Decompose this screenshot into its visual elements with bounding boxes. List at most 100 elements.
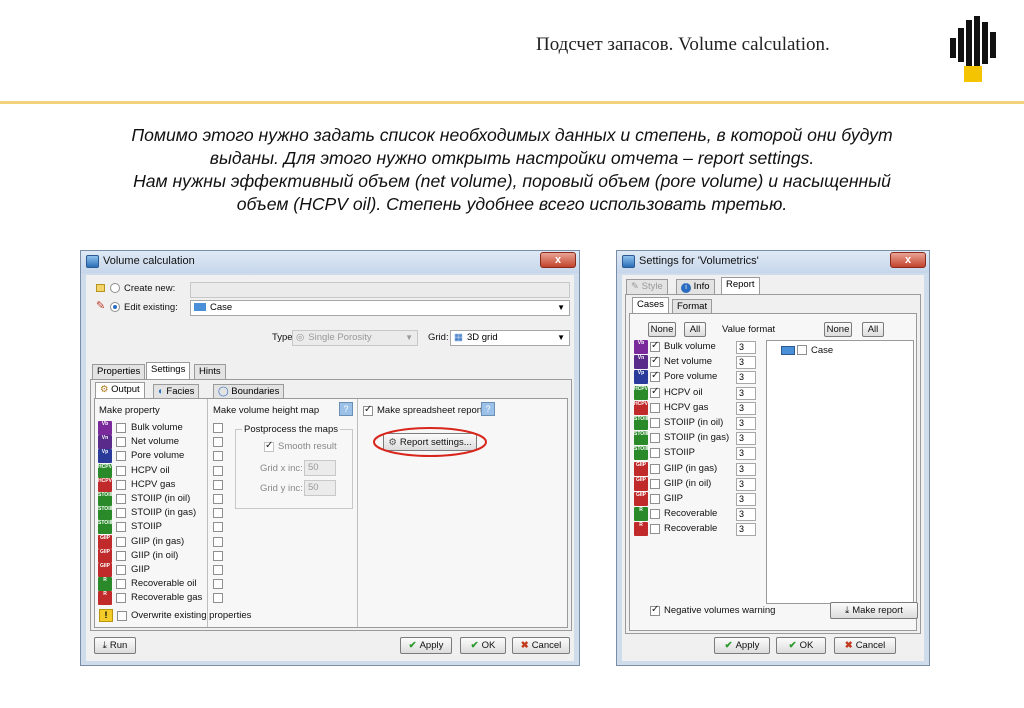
edit-existing-select[interactable]: Case ▼ xyxy=(190,300,570,316)
tab-style[interactable]: ✎ Style xyxy=(626,279,668,294)
report-item-checkbox[interactable] xyxy=(650,386,660,398)
tab-report[interactable]: Report xyxy=(721,277,760,294)
help-icon[interactable]: ? xyxy=(339,402,353,416)
value-format-field[interactable]: 3 xyxy=(736,447,756,461)
value-format-field[interactable]: 3 xyxy=(736,371,756,385)
value-format-field[interactable]: 3 xyxy=(736,417,756,430)
report-item-checkbox[interactable] xyxy=(650,478,660,489)
ok-button[interactable]: ✔ OK xyxy=(460,637,506,654)
report-item-checkbox[interactable] xyxy=(650,433,660,444)
property-checkbox[interactable] xyxy=(116,437,126,448)
report-item-checkbox[interactable] xyxy=(650,463,660,474)
report-item-checkbox[interactable] xyxy=(650,370,660,383)
report-item-checkbox[interactable] xyxy=(650,418,660,428)
subtab-facies[interactable]: ◐ Facies xyxy=(153,384,200,398)
tab-properties[interactable]: Properties xyxy=(92,364,146,379)
height-map-checkbox[interactable] xyxy=(213,593,223,604)
property-checkbox[interactable] xyxy=(116,479,126,490)
report-item-checkbox[interactable] xyxy=(650,340,660,352)
height-map-checkbox[interactable] xyxy=(213,423,223,433)
value-format-field[interactable]: 3 xyxy=(736,508,756,522)
ok-button[interactable]: ✔ OK xyxy=(776,637,826,654)
report-item-checkbox[interactable] xyxy=(650,355,660,368)
close-button[interactable]: x xyxy=(540,252,576,268)
value-format-field[interactable]: 3 xyxy=(736,401,756,415)
check-icon: ✔ xyxy=(408,640,417,651)
value-format-field[interactable]: 3 xyxy=(736,386,756,400)
create-new-field[interactable] xyxy=(190,282,570,298)
tab-settings[interactable]: Settings xyxy=(146,362,191,379)
tab-hints[interactable]: Hints xyxy=(194,364,226,379)
make-report-button[interactable]: ⤓ Make report xyxy=(830,602,918,619)
grid-select[interactable]: ▦ 3D grid ▼ xyxy=(450,330,570,346)
value-format-field[interactable]: 3 xyxy=(736,523,756,537)
report-item-checkbox[interactable] xyxy=(650,524,660,535)
all-button[interactable]: All xyxy=(862,322,884,337)
height-map-checkbox[interactable] xyxy=(213,465,223,476)
property-checkbox[interactable] xyxy=(116,494,126,504)
tab-info[interactable]: i Info xyxy=(676,279,715,294)
cancel-button[interactable]: ✖ Cancel xyxy=(834,637,896,654)
property-checkbox[interactable] xyxy=(116,593,126,604)
header-divider xyxy=(0,101,1024,104)
grid-x-field[interactable]: 50 xyxy=(304,460,336,476)
property-checkbox[interactable] xyxy=(116,565,126,575)
volume-calculation-window: Volume calculation x Create new: ✎ Edit … xyxy=(80,250,580,666)
height-map-checkbox[interactable] xyxy=(213,536,223,547)
height-map-checkbox[interactable] xyxy=(213,579,223,590)
height-map-checkbox[interactable] xyxy=(213,550,223,561)
case-checkbox[interactable] xyxy=(797,345,807,355)
grid-y-field[interactable]: 50 xyxy=(304,480,336,496)
edit-existing-radio[interactable] xyxy=(110,302,120,312)
report-item-checkbox[interactable] xyxy=(650,402,660,413)
property-checkbox[interactable] xyxy=(116,522,126,533)
property-icon: HCPV xyxy=(98,463,112,478)
value-format-field[interactable]: 3 xyxy=(736,493,756,506)
height-map-checkbox[interactable] xyxy=(213,479,223,490)
apply-button[interactable]: ✔ Apply xyxy=(714,637,770,654)
type-select[interactable]: ◎ Single Porosity ▼ xyxy=(292,330,418,346)
value-format-field[interactable]: 3 xyxy=(736,477,756,491)
height-map-checkbox[interactable] xyxy=(213,565,223,575)
help-icon[interactable]: ? xyxy=(481,402,495,416)
report-item-checkbox[interactable] xyxy=(650,509,660,520)
value-format-field[interactable]: 3 xyxy=(736,341,756,354)
subtab-cases[interactable]: Cases xyxy=(632,297,669,313)
none-button[interactable]: None xyxy=(648,322,676,337)
property-label: STOIIP (in gas) xyxy=(131,507,197,519)
subtab-boundaries[interactable]: ◯ Boundaries xyxy=(213,384,285,398)
report-item-checkbox[interactable] xyxy=(650,448,660,459)
negative-warning-checkbox[interactable] xyxy=(650,604,660,616)
height-map-checkbox[interactable] xyxy=(213,451,223,462)
create-new-radio[interactable] xyxy=(110,283,120,293)
height-map-checkbox[interactable] xyxy=(213,494,223,504)
property-checkbox[interactable] xyxy=(116,579,126,590)
value-format-field[interactable]: 3 xyxy=(736,356,756,370)
apply-button[interactable]: ✔ Apply xyxy=(400,637,452,654)
none-button[interactable]: None xyxy=(824,322,852,337)
value-format-field[interactable]: 3 xyxy=(736,462,756,476)
height-map-checkbox[interactable] xyxy=(213,437,223,448)
overwrite-checkbox[interactable] xyxy=(117,611,127,621)
property-checkbox[interactable] xyxy=(116,451,126,462)
subtab-format[interactable]: Format xyxy=(672,299,713,313)
cancel-button[interactable]: ✖ Cancel xyxy=(512,637,570,654)
height-map-checkbox[interactable] xyxy=(213,522,223,533)
value-format-field[interactable]: 3 xyxy=(736,432,756,446)
all-button[interactable]: All xyxy=(684,322,706,337)
report-item-row: GIIP GIIP 3 xyxy=(630,492,760,507)
property-checkbox[interactable] xyxy=(116,465,126,476)
height-map-checkbox[interactable] xyxy=(213,508,223,519)
grid-icon: ▦ xyxy=(454,332,463,343)
property-checkbox[interactable] xyxy=(116,423,126,433)
subtab-output[interactable]: ⚙ Output xyxy=(95,382,145,398)
property-row: R Recoverable gas xyxy=(95,591,355,606)
close-button[interactable]: x xyxy=(890,252,926,268)
smooth-checkbox[interactable] xyxy=(264,440,274,452)
property-checkbox[interactable] xyxy=(116,550,126,561)
property-checkbox[interactable] xyxy=(116,508,126,519)
report-item-checkbox[interactable] xyxy=(650,494,660,504)
property-checkbox[interactable] xyxy=(116,536,126,547)
spreadsheet-checkbox[interactable] xyxy=(363,404,373,416)
run-button[interactable]: ⤓ Run xyxy=(94,637,136,654)
